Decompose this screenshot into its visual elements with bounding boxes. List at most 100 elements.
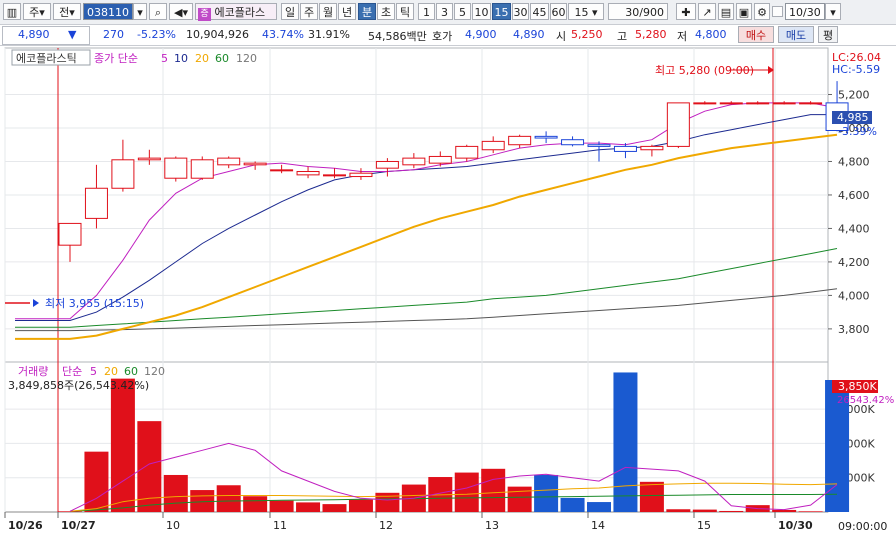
volume-bar [639, 481, 664, 512]
minute-tab-5[interactable]: 5 [454, 3, 471, 20]
volume-ratio-tag: 26543.42% [837, 395, 894, 406]
period-tab-0[interactable]: 일 [281, 3, 299, 20]
candle-body [111, 159, 135, 189]
search-icon[interactable]: ⌕ [149, 3, 167, 20]
volume-title: 거래량 [18, 365, 48, 378]
price-tick-label: 4,400 [838, 222, 870, 235]
volume-bar [692, 509, 717, 512]
price-tick-label: 3,800 [838, 323, 870, 336]
minute-select[interactable]: 15 ▾ [568, 3, 604, 20]
x-tick-label: 10/30 [778, 519, 813, 532]
toolbar: ▥ 주▾ 전▾ 038110 ▾ ⌕ ◀▾ 증 에코플라스 15 ▾ 30/90… [0, 0, 896, 25]
bid-label: 호가 [432, 30, 453, 43]
candle-body [719, 102, 743, 105]
x-tick-label: 14 [591, 519, 605, 532]
buy-button[interactable]: 매수 [738, 26, 774, 43]
volume-info: 3,849,858주(26,543.42%) [8, 379, 149, 392]
low-label: 저 [677, 30, 688, 43]
sound-icon[interactable]: ◀▾ [169, 3, 193, 20]
x-tick-label: 15 [697, 519, 711, 532]
period-tab-4[interactable]: 분 [358, 3, 376, 20]
ma5-label: 5 [161, 52, 168, 65]
minute-select-label: 15 [574, 6, 589, 19]
volume-ma-title: 단순 [62, 365, 82, 378]
ma20-label: 20 [195, 52, 209, 65]
ma60-label: 60 [215, 52, 229, 65]
candle-body [323, 174, 346, 177]
high-price: 5,280 [635, 28, 667, 41]
trade-amount: 54,586백만 [368, 30, 427, 43]
x-tick-label: 10/26 [8, 519, 43, 532]
period-tab-5[interactable]: 초 [377, 3, 395, 20]
candle-body [58, 222, 82, 246]
volume-bar [666, 509, 691, 512]
price-tick-label: 4,800 [838, 155, 870, 168]
volume-bar [481, 468, 506, 512]
minute-tab-60[interactable]: 60 [550, 3, 567, 20]
code-input[interactable]: 038110 [83, 3, 133, 20]
chart-type-icon[interactable]: ▥ [3, 3, 21, 20]
market-label: 주 [29, 6, 40, 19]
minute-tab-30[interactable]: 30 [512, 3, 529, 20]
volume-bar [454, 472, 479, 512]
minute-tab-15[interactable]: 15 [492, 3, 511, 20]
settings-icon[interactable]: ⚙ [754, 3, 770, 20]
bid-price: 4,890 [513, 28, 545, 41]
crosshair-icon[interactable]: ✚ [676, 3, 696, 20]
candle-body [428, 155, 452, 164]
minute-tab-10[interactable]: 10 [472, 3, 491, 20]
sell-button[interactable]: 매도 [778, 26, 814, 43]
volume-bar [613, 372, 638, 512]
stock-name-field[interactable]: 증 에코플라스 [195, 3, 277, 21]
x-tick-label: 11 [273, 519, 287, 532]
candle-body [508, 135, 532, 146]
open-label: 시 [556, 30, 567, 43]
draw-tool-icon[interactable]: ↗ [698, 3, 716, 20]
period-tab-6[interactable]: 틱 [396, 3, 414, 20]
volume-bar [772, 509, 797, 512]
volume-bar [269, 500, 294, 512]
price-tick-label: 4,200 [838, 256, 870, 269]
vol-ma60-label: 60 [124, 365, 138, 378]
stock-chart[interactable]: 5,2005,0004,8004,6004,4004,2004,0003,800… [0, 46, 896, 538]
volume-bar [507, 486, 532, 512]
volume-bar [322, 504, 347, 512]
period-type-select[interactable]: 전▾ [53, 3, 81, 20]
save-icon[interactable]: ▣ [736, 3, 752, 20]
low-marker: 최저 3,955 (15:15) [45, 297, 144, 310]
quote-bar: 4,890 ▼ 270 -5.23% 10,904,926 43.74% 31.… [0, 25, 896, 46]
code-dropdown-button[interactable]: ▾ [133, 3, 147, 20]
eval-button[interactable]: 평 [818, 26, 838, 43]
period-tab-2[interactable]: 월 [319, 3, 337, 20]
period-tab-3[interactable]: 년 [338, 3, 356, 20]
volume-current-tag: 3,850K [838, 380, 877, 393]
ma120-label: 120 [236, 52, 257, 65]
date-input[interactable]: 10/30 [785, 3, 825, 20]
count-field[interactable]: 30/900 [608, 3, 668, 20]
price-tick-label: 4,600 [838, 189, 870, 202]
candle-body [799, 102, 823, 105]
candle-body [217, 157, 241, 166]
candle-body [296, 171, 320, 176]
calendar-icon[interactable]: ▾ [825, 3, 841, 20]
candle-body [746, 102, 770, 105]
candle-body [190, 159, 214, 179]
volume-bar [110, 378, 135, 512]
market-select[interactable]: 주▾ [23, 3, 51, 20]
period-tab-1[interactable]: 주 [300, 3, 318, 20]
minute-tab-1[interactable]: 1 [418, 3, 435, 20]
vol-ma120-label: 120 [144, 365, 165, 378]
hc-label: HC:-5.59 [832, 63, 880, 76]
print-icon[interactable]: ▤ [718, 3, 734, 20]
stock-tag: 에코플라스틱 [16, 52, 77, 65]
candle-body [481, 140, 505, 151]
volume-bar [719, 510, 744, 512]
minute-tab-3[interactable]: 3 [436, 3, 453, 20]
change-value: 270 [103, 28, 124, 41]
candle-body [402, 157, 426, 166]
change-rate: -5.23% [137, 28, 176, 41]
date-checkbox[interactable] [772, 6, 783, 17]
candle-body [534, 135, 558, 139]
candle-body [693, 102, 717, 105]
minute-tab-45[interactable]: 45 [530, 3, 549, 20]
